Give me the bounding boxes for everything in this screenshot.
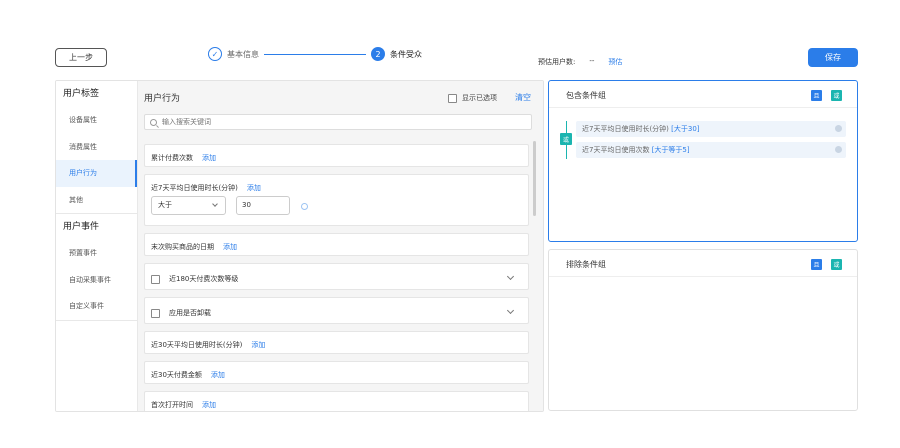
category-sidebar: 用户标签 设备属性 消费属性 用户行为 其他 用户事件 预置事件 自动采集事件 … [56,81,138,411]
condition-title: 末次购买商品的日期 [151,243,214,251]
or-toggle[interactable]: 或 [831,259,842,270]
exclude-group-title: 排除条件组 [566,260,606,269]
selected-condition[interactable]: 近7天平均日使用次数 [大于等于5] [576,142,846,158]
checkbox[interactable] [151,274,160,284]
condition-card-checkable[interactable]: 应用是否卸载 [144,297,529,324]
search-input[interactable] [162,118,502,126]
condition-card: 累计付费次数 添加 [144,144,529,167]
add-link[interactable]: 添加 [247,183,261,193]
step-audience-conditions[interactable]: 2 条件受众 [371,47,422,61]
sidebar-group-user-tags: 用户标签 [63,89,100,99]
chevron-down-icon[interactable] [506,272,515,281]
condition-list: 用户行为 显示已选项 清空 累计付费次数 添加 近7天平均日使用时长(分钟) 添… [138,81,543,411]
condition-value: [大于等于5] [651,146,690,154]
add-link[interactable]: 添加 [202,153,216,163]
condition-title: 近30天付费金额 [151,371,202,379]
sidebar-item-device[interactable]: 设备属性 [56,107,137,134]
chevron-down-icon [212,201,218,207]
save-button[interactable]: 保存 [808,48,858,67]
step-number: 2 [371,47,385,61]
check-icon: ✓ [208,47,222,61]
condition-card-checkable[interactable]: 近180天付费次数等级 [144,263,529,290]
step-label: 基本信息 [227,49,259,59]
estimate-value: -- [589,57,595,65]
sidebar-item-consumption[interactable]: 消费属性 [56,134,137,161]
close-icon[interactable] [835,125,842,132]
search-box[interactable] [144,114,532,130]
include-group-title: 包含条件组 [566,91,606,100]
divider [549,276,857,277]
condition-card-expanded: 近7天平均日使用时长(分钟) 添加 大于 30 [144,174,529,226]
step-connector [264,54,366,55]
sidebar-group-user-events: 用户事件 [63,222,100,232]
add-link[interactable]: 添加 [202,400,216,410]
selected-condition[interactable]: 近7天平均日使用时长(分钟) [大于30] [576,121,846,137]
condition-card: 近30天平均日使用时长(分钟) 添加 [144,331,529,354]
audience-editor: 上一步 ✓ 基本信息 2 条件受众 预估用户数: -- 预估 保存 用户标签 设… [0,0,900,448]
remove-icon[interactable] [301,203,308,210]
condition-card: 近30天付费金额 添加 [144,361,529,384]
show-selected-toggle[interactable]: 显示已选项 [448,93,497,103]
divider [549,107,857,108]
scrollbar[interactable] [533,141,536,216]
or-badge[interactable]: 或 [560,133,572,145]
checkbox[interactable] [448,93,457,103]
condition-picker: 用户标签 设备属性 消费属性 用户行为 其他 用户事件 预置事件 自动采集事件 … [55,80,544,412]
condition-title: 首次打开时间 [151,401,193,409]
sidebar-item-other[interactable]: 其他 [56,187,137,214]
condition-card: 末次购买商品的日期 添加 [144,233,529,256]
include-group-panel: 包含条件组 且 或 或 近7天平均日使用时长(分钟) [大于30] 近7天平均日… [548,80,858,242]
sidebar-item-user-behavior[interactable]: 用户行为 [56,160,137,187]
estimate-link[interactable]: 预估 [608,57,622,67]
show-selected-label: 显示已选项 [462,94,497,102]
condition-title: 近180天付费次数等级 [169,275,239,283]
and-toggle[interactable]: 且 [811,259,822,270]
add-link[interactable]: 添加 [211,370,225,380]
condition-card: 首次打开时间 添加 [144,391,529,411]
close-icon[interactable] [835,146,842,153]
step-basic-info[interactable]: ✓ 基本信息 [208,47,259,61]
or-toggle[interactable]: 或 [831,90,842,101]
condition-text: 近7天平均日使用次数 [582,146,650,154]
sidebar-item-preset-events[interactable]: 预置事件 [56,240,137,267]
operator-value: 大于 [158,201,172,209]
checkbox[interactable] [151,308,160,318]
condition-value: [大于30] [671,125,700,133]
section-title: 用户行为 [144,94,181,104]
estimate-users: 预估用户数: -- 预估 [538,57,622,67]
search-icon [150,118,157,126]
add-link[interactable]: 添加 [251,340,265,350]
estimate-label: 预估用户数: [538,58,576,66]
condition-text: 近7天平均日使用时长(分钟) [582,125,669,133]
condition-title: 累计付费次数 [151,154,193,162]
condition-title: 应用是否卸载 [169,309,211,317]
operator-select[interactable]: 大于 [151,196,226,215]
sidebar-item-custom-events[interactable]: 自定义事件 [56,293,137,320]
and-toggle[interactable]: 且 [811,90,822,101]
sidebar-item-auto-events[interactable]: 自动采集事件 [56,267,137,294]
condition-title: 近30天平均日使用时长(分钟) [151,341,243,349]
value-input[interactable]: 30 [236,196,290,215]
prev-step-button[interactable]: 上一步 [55,48,107,67]
chevron-down-icon[interactable] [506,306,515,315]
add-link[interactable]: 添加 [223,242,237,252]
clear-button[interactable]: 清空 [515,92,531,103]
exclude-group-panel: 排除条件组 且 或 [548,249,858,411]
condition-title: 近7天平均日使用时长(分钟) [151,184,238,192]
sidebar-divider [56,319,137,321]
step-label: 条件受众 [390,49,422,59]
